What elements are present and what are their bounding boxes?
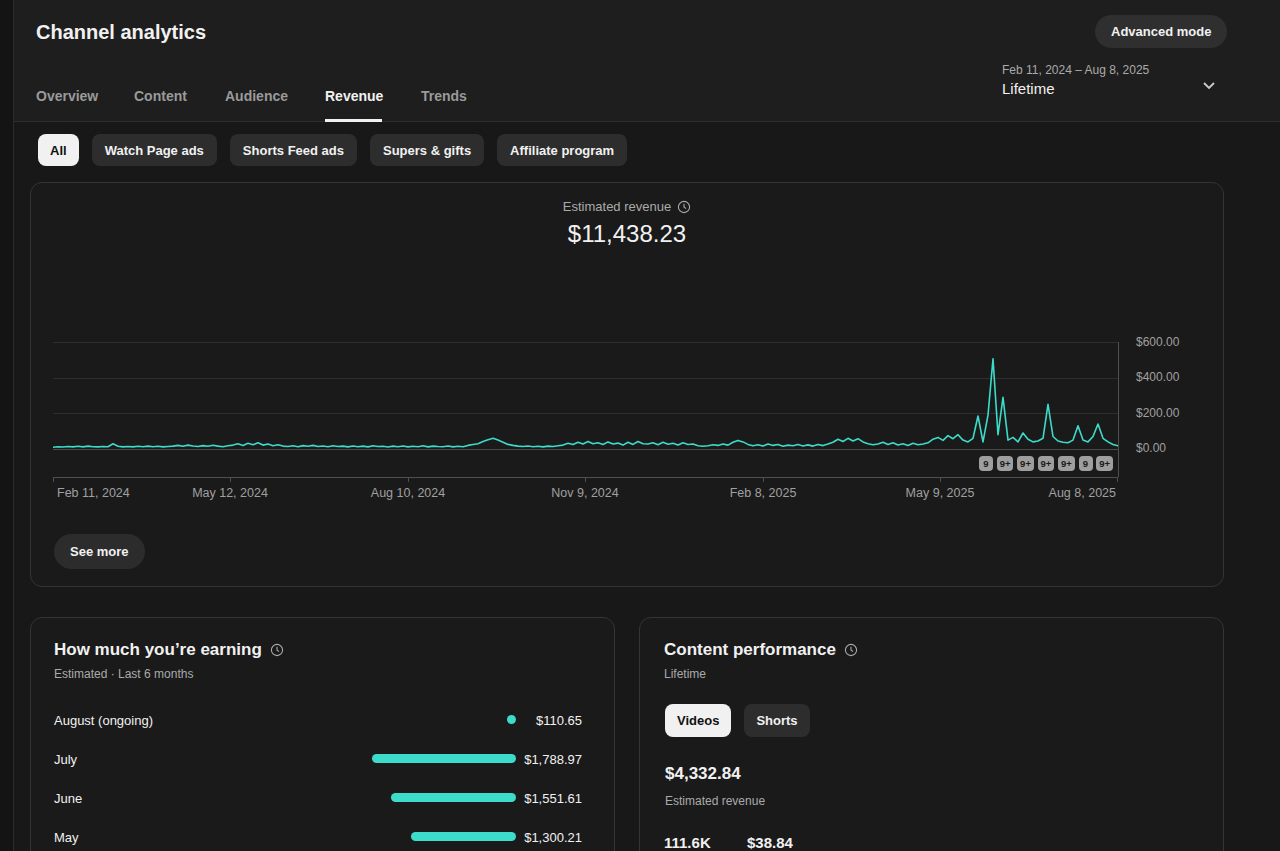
earnings-row-june[interactable]: June $1,551.61 [54, 791, 582, 807]
left-sidebar-edge [0, 0, 14, 851]
content-card-subtitle: Lifetime [664, 667, 706, 681]
earnings-card: How much you’re earning Estimated · Last… [30, 617, 615, 851]
earnings-row-august[interactable]: August (ongoing) $110.65 [54, 713, 582, 729]
chip-watch-page-ads[interactable]: Watch Page ads [92, 134, 217, 166]
earnings-bar [411, 832, 516, 841]
earnings-bar [507, 715, 516, 724]
y-tick-200: $200.00 [1136, 406, 1179, 420]
tab-overview[interactable]: Overview [36, 88, 98, 104]
content-stat-views: 111.6K [664, 834, 711, 851]
count-badge[interactable]: 9+ [1058, 456, 1075, 471]
x-tick-6: May 9, 2025 [906, 486, 975, 500]
content-performance-card: Content performance Lifetime Videos Shor… [639, 617, 1224, 851]
chart-count-badges: 99+9+9+9+99+ [979, 456, 1113, 471]
count-badge[interactable]: 9+ [997, 456, 1014, 471]
page-title: Channel analytics [36, 21, 206, 44]
tab-trends[interactable]: Trends [421, 88, 467, 104]
count-badge[interactable]: 9 [979, 456, 993, 471]
earnings-bar [391, 793, 516, 802]
y-tick-400: $400.00 [1136, 370, 1179, 384]
chevron-down-icon[interactable] [1200, 76, 1218, 94]
header [14, 0, 1280, 122]
x-tick-1: Feb 11, 2024 [57, 486, 130, 500]
y-tick-0: $0.00 [1136, 441, 1166, 455]
earnings-row-may[interactable]: May $1,300.21 [54, 830, 582, 846]
date-range-picker[interactable]: Feb 11, 2024 – Aug 8, 2025 Lifetime [1002, 63, 1149, 97]
earnings-card-subtitle: Estimated · Last 6 months [54, 667, 193, 681]
clock-icon [270, 643, 284, 657]
clock-icon [677, 200, 691, 214]
content-revenue-label: Estimated revenue [665, 794, 765, 808]
shorts-toggle-button[interactable]: Shorts [744, 704, 809, 737]
plot-right-border [1118, 342, 1119, 477]
advanced-mode-button[interactable]: Advanced mode [1095, 15, 1227, 48]
count-badge[interactable]: 9 [1079, 456, 1093, 471]
earnings-row-july[interactable]: July $1,788.97 [54, 752, 582, 768]
active-tab-underline [325, 119, 382, 122]
date-range-text: Feb 11, 2024 – Aug 8, 2025 [1002, 63, 1149, 77]
estimated-revenue-total: $11,438.23 [31, 220, 1223, 248]
see-more-button[interactable]: See more [54, 534, 145, 569]
revenue-chart-card: Estimated revenue $11,438.23 $600.00 $40… [30, 182, 1224, 587]
count-badge[interactable]: 9+ [1017, 456, 1034, 471]
revenue-filter-chips: All Watch Page ads Shorts Feed ads Super… [38, 134, 627, 166]
videos-toggle-button[interactable]: Videos [665, 704, 731, 737]
chip-shorts-feed-ads[interactable]: Shorts Feed ads [230, 134, 357, 166]
tab-revenue[interactable]: Revenue [325, 88, 383, 104]
earnings-card-title: How much you’re earning [54, 640, 262, 660]
chip-supers-gifts[interactable]: Supers & gifts [370, 134, 484, 166]
count-badge[interactable]: 9+ [1096, 456, 1113, 471]
x-tick-2: May 12, 2024 [192, 486, 268, 500]
metric-label: Estimated revenue [563, 199, 671, 214]
tab-audience[interactable]: Audience [225, 88, 288, 104]
date-period-label: Lifetime [1002, 80, 1149, 97]
content-type-toggle: Videos Shorts [665, 704, 810, 737]
revenue-line-chart[interactable] [53, 333, 1118, 478]
chip-all[interactable]: All [38, 134, 79, 166]
x-tick-4: Nov 9, 2024 [551, 486, 618, 500]
x-tick-7: Aug 8, 2025 [1049, 486, 1116, 500]
content-stat-rpm: $38.84 [747, 834, 793, 851]
tab-content[interactable]: Content [134, 88, 187, 104]
x-tick-5: Feb 8, 2025 [730, 486, 797, 500]
content-revenue-value: $4,332.84 [665, 764, 741, 784]
y-tick-600: $600.00 [1136, 335, 1179, 349]
count-badge[interactable]: 9+ [1038, 456, 1055, 471]
earnings-bar [372, 754, 516, 763]
x-tick-3: Aug 10, 2024 [371, 486, 445, 500]
chip-affiliate-program[interactable]: Affiliate program [497, 134, 627, 166]
content-card-title: Content performance [664, 640, 836, 660]
clock-icon [844, 643, 858, 657]
